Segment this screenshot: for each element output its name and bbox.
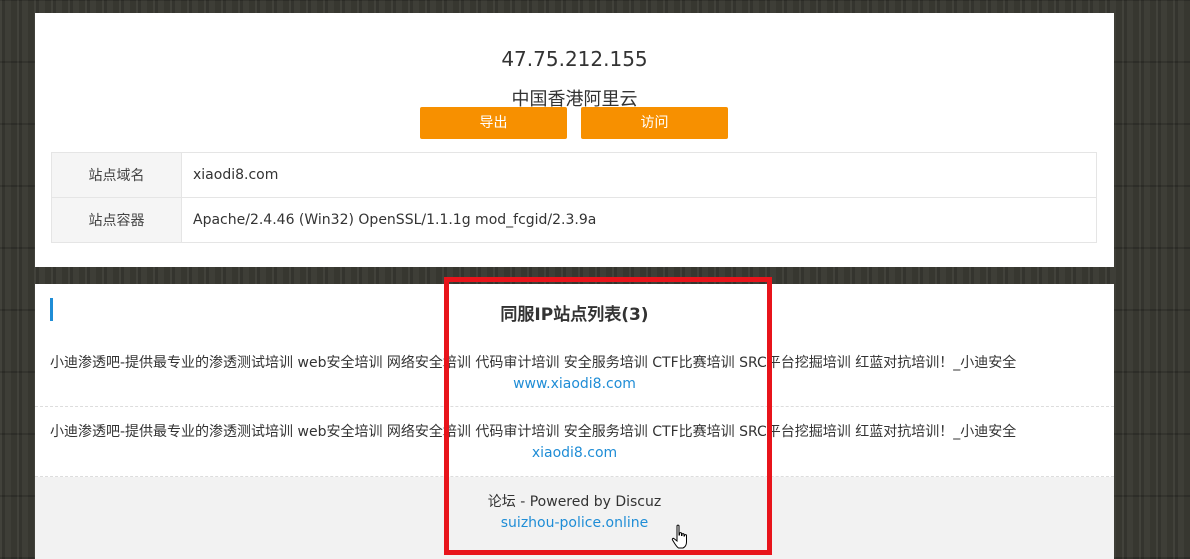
- same-ip-sites-panel: 同服IP站点列表(3) 小迪渗透吧-提供最专业的渗透测试培训 web安全培训 网…: [35, 284, 1114, 559]
- visit-button[interactable]: 访问: [581, 107, 728, 139]
- site-domain-value: xiaodi8.com: [181, 152, 1097, 198]
- table-row: 站点域名 xiaodi8.com: [51, 152, 1097, 198]
- site-title: 小迪渗透吧-提供最专业的渗透测试培训 web安全培训 网络安全培训 代码审计培训…: [50, 424, 1017, 440]
- list-item: 小迪渗透吧-提供最专业的渗透测试培训 web安全培训 网络安全培训 代码审计培训…: [35, 338, 1114, 407]
- ip-address: 47.75.212.155: [501, 47, 648, 71]
- site-server-label: 站点容器: [51, 197, 182, 243]
- list-item: 论坛 - Powered by Discuz suizhou-police.on…: [35, 477, 1114, 559]
- section-title: 同服IP站点列表(3): [500, 305, 649, 325]
- site-domain-label: 站点域名: [51, 152, 182, 198]
- site-url-link[interactable]: suizhou-police.online: [35, 515, 1114, 531]
- ip-info-panel: 47.75.212.155 中国香港阿里云 导出 访问 站点域名 xiaodi8…: [35, 13, 1114, 267]
- site-info-table: 站点域名 xiaodi8.com 站点容器 Apache/2.4.46 (Win…: [51, 152, 1097, 243]
- site-title: 小迪渗透吧-提供最专业的渗透测试培训 web安全培训 网络安全培训 代码审计培训…: [50, 355, 1017, 371]
- table-row: 站点容器 Apache/2.4.46 (Win32) OpenSSL/1.1.1…: [51, 197, 1097, 243]
- site-title: 论坛 - Powered by Discuz: [487, 494, 662, 510]
- site-server-value: Apache/2.4.46 (Win32) OpenSSL/1.1.1g mod…: [181, 197, 1097, 243]
- export-button[interactable]: 导出: [420, 107, 567, 139]
- site-url-link[interactable]: www.xiaodi8.com: [35, 376, 1114, 392]
- list-item: 小迪渗透吧-提供最专业的渗透测试培训 web安全培训 网络安全培训 代码审计培训…: [35, 407, 1114, 477]
- ip-location: 中国香港阿里云: [511, 89, 638, 110]
- hand-pointer-icon: [671, 524, 687, 549]
- site-url-link[interactable]: xiaodi8.com: [35, 445, 1114, 461]
